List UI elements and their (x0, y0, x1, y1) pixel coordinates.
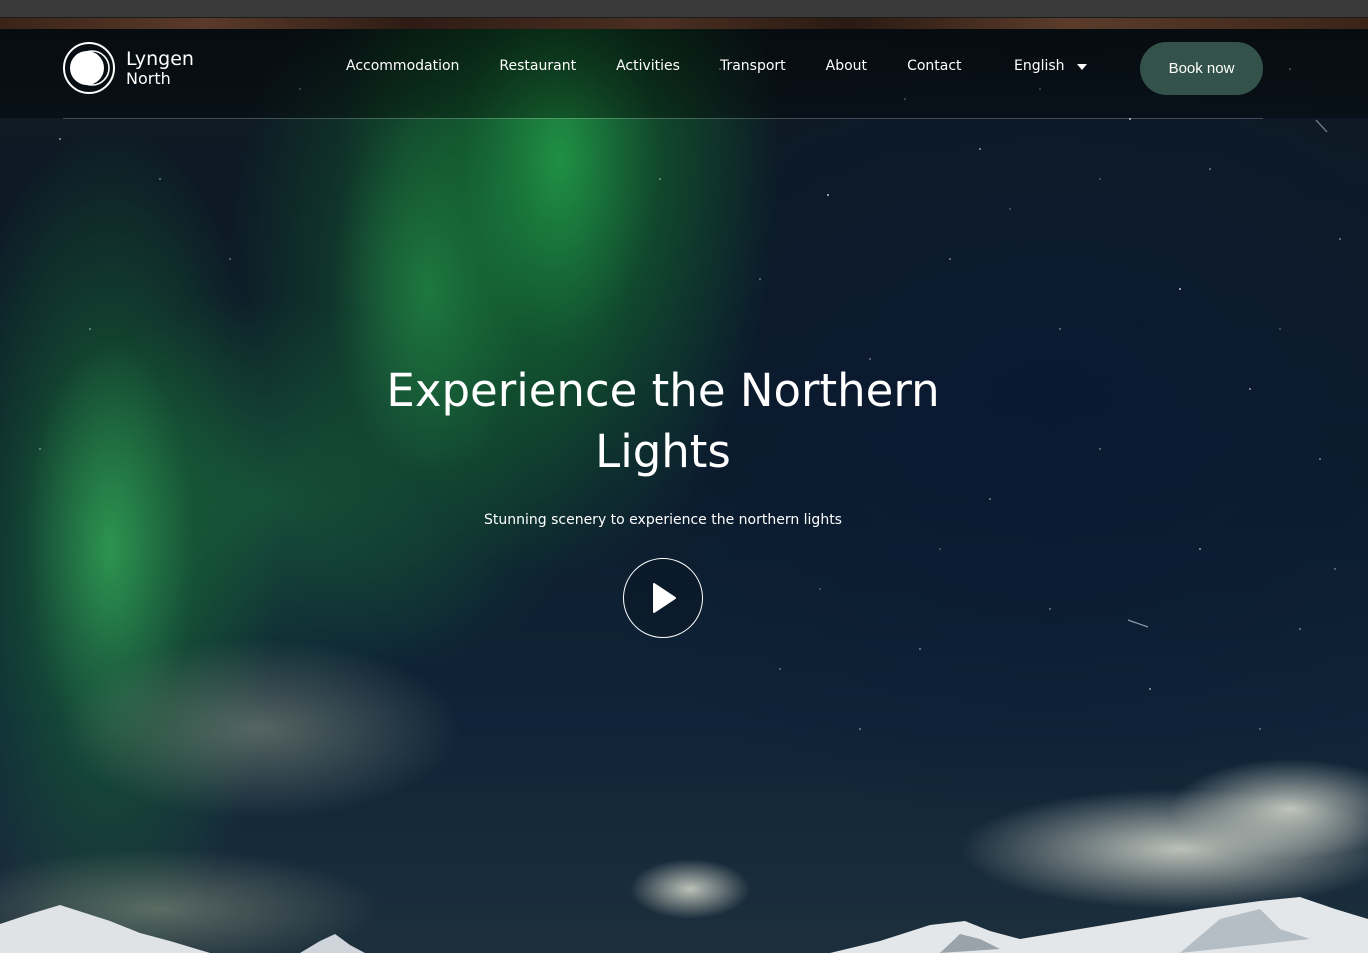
language-selected-label: English (1014, 58, 1065, 74)
nav-item-accommodation[interactable]: Accommodation (346, 58, 459, 74)
nav-divider (63, 118, 1263, 119)
main-menu: Accommodation Restaurant Activities Tran… (346, 58, 962, 74)
nav-item-about[interactable]: About (826, 58, 867, 74)
previous-section-strip (0, 18, 1368, 29)
nav-item-transport[interactable]: Transport (720, 58, 786, 74)
browser-top-strip (0, 0, 1368, 18)
nav-item-restaurant[interactable]: Restaurant (499, 58, 576, 74)
double-circle-logo-icon (63, 42, 115, 94)
brand-name: Lyngen North (126, 47, 194, 88)
play-video-button[interactable] (623, 558, 703, 638)
nav-item-activities[interactable]: Activities (616, 58, 680, 74)
aurora-night-sky-scene (0, 68, 1368, 953)
caret-down-icon (1076, 64, 1087, 70)
language-selector[interactable]: English (1014, 58, 1087, 74)
brand-name-line1: Lyngen (126, 47, 194, 70)
nav-item-contact[interactable]: Contact (907, 58, 961, 74)
book-now-button[interactable]: Book now (1140, 42, 1263, 95)
hero-subtitle: Stunning scenery to experience the north… (484, 512, 842, 528)
brand-name-line2: North (126, 68, 171, 88)
brand-logo[interactable]: Lyngen North (62, 41, 194, 95)
hero-title: Experience the Northern Lights (386, 364, 940, 478)
play-icon (653, 583, 676, 613)
hero-background (0, 29, 1368, 953)
